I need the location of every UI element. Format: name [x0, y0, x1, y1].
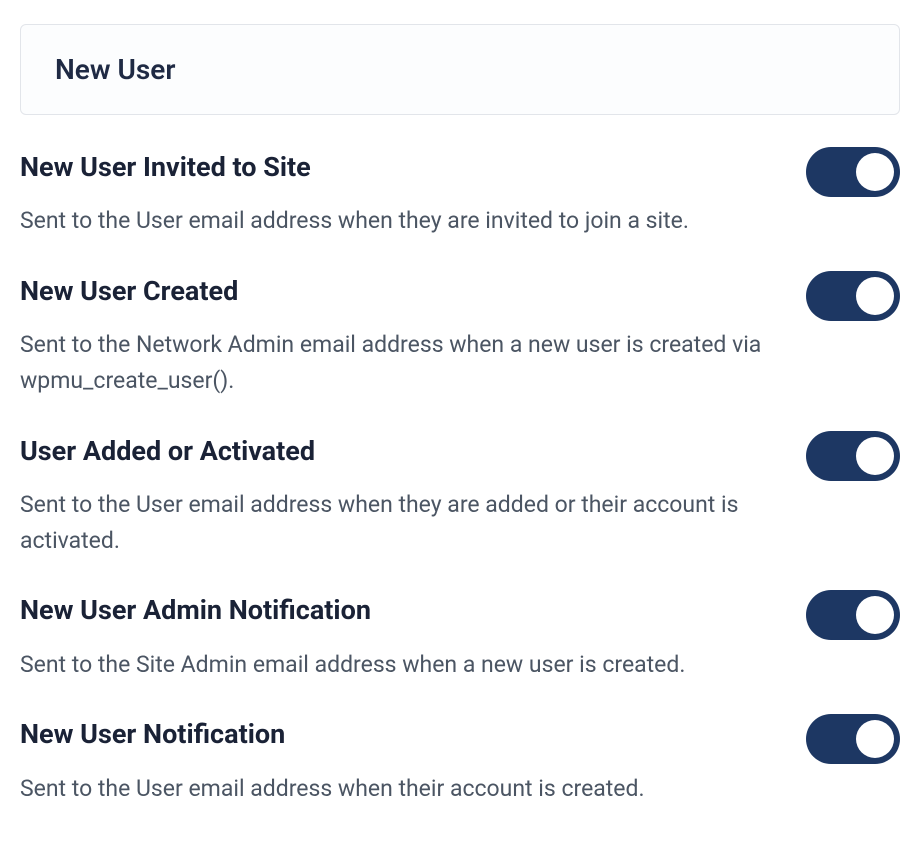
- section-header: New User: [20, 24, 900, 115]
- setting-text: User Added or Activated Sent to the User…: [20, 435, 806, 559]
- setting-row: New User Notification Sent to the User e…: [20, 718, 900, 806]
- toggle-knob: [856, 596, 894, 634]
- toggle-user-added-activated[interactable]: [806, 431, 900, 481]
- setting-title: New User Invited to Site: [20, 151, 782, 183]
- setting-description: Sent to the Site Admin email address whe…: [20, 647, 782, 683]
- setting-row: New User Admin Notification Sent to the …: [20, 594, 900, 682]
- setting-row: User Added or Activated Sent to the User…: [20, 435, 900, 559]
- toggle-new-user-invited[interactable]: [806, 147, 900, 197]
- settings-panel: New User New User Invited to Site Sent t…: [0, 0, 920, 806]
- setting-text: New User Notification Sent to the User e…: [20, 718, 806, 806]
- setting-text: New User Created Sent to the Network Adm…: [20, 275, 806, 399]
- toggle-new-user-admin-notification[interactable]: [806, 590, 900, 640]
- setting-description: Sent to the User email address when they…: [20, 203, 782, 239]
- setting-text: New User Admin Notification Sent to the …: [20, 594, 806, 682]
- setting-description: Sent to the Network Admin email address …: [20, 327, 782, 398]
- setting-row: New User Created Sent to the Network Adm…: [20, 275, 900, 399]
- setting-description: Sent to the User email address when thei…: [20, 771, 782, 807]
- toggle-new-user-created[interactable]: [806, 271, 900, 321]
- toggle-knob: [856, 277, 894, 315]
- toggle-knob: [856, 153, 894, 191]
- setting-title: New User Notification: [20, 718, 782, 750]
- setting-description: Sent to the User email address when they…: [20, 487, 782, 558]
- toggle-new-user-notification[interactable]: [806, 714, 900, 764]
- section-title: New User: [55, 53, 865, 86]
- setting-row: New User Invited to Site Sent to the Use…: [20, 151, 900, 239]
- setting-title: User Added or Activated: [20, 435, 782, 467]
- setting-title: New User Admin Notification: [20, 594, 782, 626]
- setting-text: New User Invited to Site Sent to the Use…: [20, 151, 806, 239]
- toggle-knob: [856, 437, 894, 475]
- toggle-knob: [856, 720, 894, 758]
- setting-title: New User Created: [20, 275, 782, 307]
